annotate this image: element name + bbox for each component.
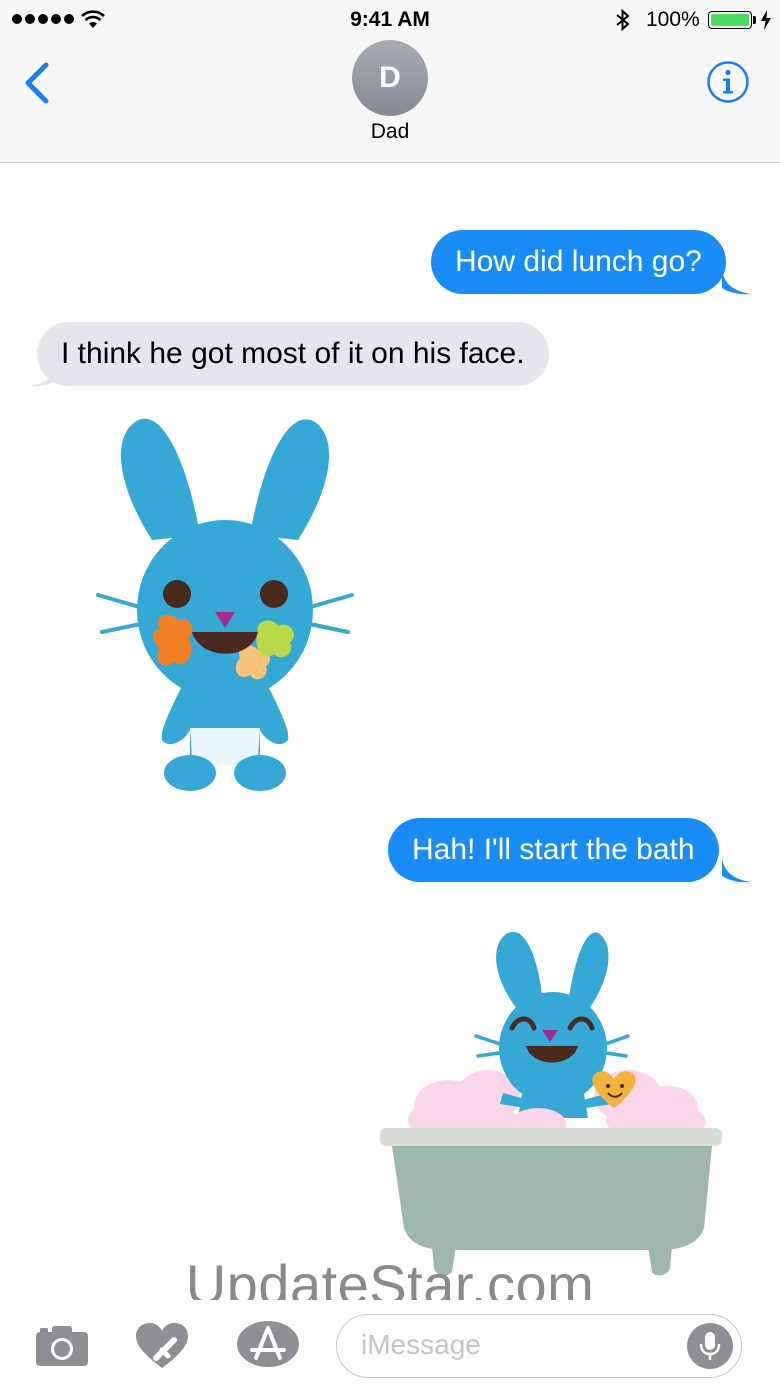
bubble-tail (722, 270, 752, 295)
input-bar (0, 1300, 780, 1387)
message-bubble-outgoing[interactable]: How did lunch go? (431, 230, 726, 294)
app-store-icon[interactable] (236, 1320, 300, 1368)
message-input[interactable] (361, 1315, 681, 1375)
battery-percent: 100% (646, 8, 700, 31)
camera-icon[interactable] (34, 1324, 90, 1368)
contact-avatar[interactable]: D (352, 40, 428, 116)
charging-icon (761, 10, 771, 30)
conversation-header: D Dad (0, 40, 780, 163)
digital-touch-icon[interactable] (134, 1322, 190, 1370)
message-bubble-outgoing[interactable]: Hah! I'll start the bath (388, 818, 719, 882)
info-icon[interactable] (706, 60, 750, 104)
status-bar: 9:41 AM 100% (0, 0, 780, 40)
bubble-tail (722, 858, 752, 883)
contact-name[interactable]: Dad (0, 120, 780, 144)
bath-bunny-sticker[interactable] (378, 928, 728, 1278)
microphone-icon[interactable] (687, 1323, 733, 1369)
back-chevron-icon[interactable] (20, 60, 54, 106)
message-bubble-incoming[interactable]: I think he got most of it on his face. (37, 322, 549, 386)
messy-bunny-sticker[interactable] (90, 410, 360, 800)
message-field[interactable] (336, 1314, 742, 1378)
bluetooth-icon (616, 8, 630, 32)
battery-icon (708, 11, 752, 29)
